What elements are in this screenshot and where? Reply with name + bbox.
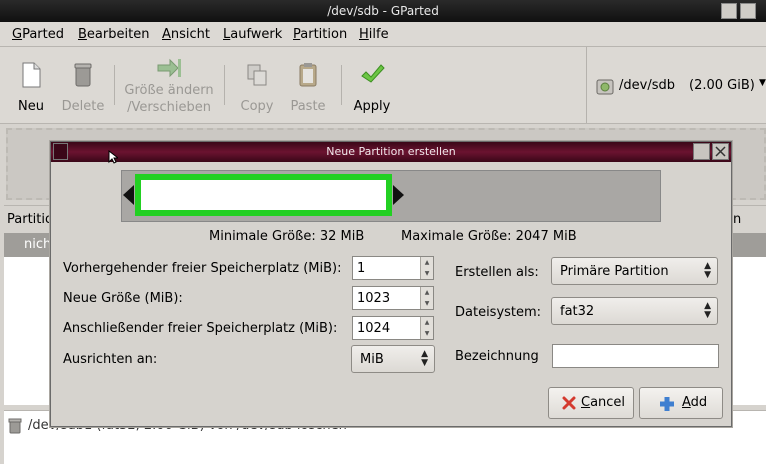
create-as-label: Erstellen als: bbox=[455, 265, 539, 280]
partition-label-label: Bezeichnung bbox=[455, 349, 539, 364]
new-partition-dialog: Neue Partition erstellen Minimale Größe:… bbox=[50, 141, 732, 427]
dialog-close-button[interactable] bbox=[712, 143, 729, 160]
free-after-spinner[interactable]: 1024 ▲ ▼ bbox=[352, 316, 434, 340]
copy-button[interactable]: Copy bbox=[234, 47, 280, 123]
maximize-button[interactable] bbox=[740, 3, 756, 19]
align-value: MiB bbox=[360, 352, 384, 367]
align-select[interactable]: MiB ▲ ▼ bbox=[351, 345, 435, 373]
dialog-title: Neue Partition erstellen bbox=[326, 145, 456, 158]
apply-label: Apply bbox=[353, 99, 391, 114]
paste-label: Paste bbox=[290, 99, 326, 114]
add-button[interactable]: Add bbox=[639, 387, 723, 419]
device-name: /dev/sdb bbox=[619, 78, 675, 93]
new-button[interactable]: Neu bbox=[8, 47, 54, 123]
minimum-size-label: Minimale Größe: 32 MiB bbox=[209, 229, 365, 244]
new-size-label: Neue Größe (MiB): bbox=[63, 291, 183, 306]
menu-partition[interactable]: Partition bbox=[293, 27, 347, 42]
partition-resizer[interactable] bbox=[121, 170, 661, 222]
align-label: Ausrichten an: bbox=[63, 352, 158, 367]
checkmark-icon bbox=[361, 64, 385, 83]
apply-button[interactable]: Apply bbox=[348, 47, 396, 123]
resize-move-button[interactable]: Größe ändern /Verschieben bbox=[120, 47, 218, 123]
menu-hilfe[interactable]: Hilfe bbox=[359, 27, 389, 42]
free-after-label: Anschließender freier Speicherplatz (MiB… bbox=[63, 321, 338, 336]
cancel-button[interactable]: Cancel bbox=[548, 387, 634, 419]
chevron-down-icon: ▼ bbox=[759, 78, 766, 88]
menubar: GParted Bearbeiten Ansicht Laufwerk Part… bbox=[0, 22, 766, 47]
free-before-label: Vorhergehender freier Speicherplatz (MiB… bbox=[63, 261, 342, 276]
toolbar-separator bbox=[224, 65, 225, 105]
updown-arrow-icon: ▲ ▼ bbox=[704, 261, 711, 280]
harddisk-icon bbox=[596, 79, 614, 95]
menu-laufwerk[interactable]: Laufwerk bbox=[223, 27, 282, 42]
updown-arrow-icon: ▲ ▼ bbox=[421, 349, 428, 368]
free-before-spinner[interactable]: 1 ▲ ▼ bbox=[352, 256, 434, 280]
free-after-value: 1024 bbox=[357, 321, 391, 336]
cancel-x-icon bbox=[562, 396, 576, 410]
copy-icon bbox=[247, 64, 267, 86]
window-titlebar: /dev/sdb - GParted bbox=[0, 0, 766, 22]
new-size-value: 1023 bbox=[357, 291, 391, 306]
create-as-value: Primäre Partition bbox=[560, 264, 669, 279]
mouse-pointer-icon bbox=[108, 150, 118, 164]
new-size-spinner[interactable]: 1023 ▲ ▼ bbox=[352, 286, 434, 310]
maximum-size-label: Maximale Größe: 2047 MiB bbox=[401, 229, 577, 244]
resize-arrow-icon bbox=[157, 58, 181, 78]
device-size: (2.00 GiB) bbox=[689, 78, 755, 93]
spinner-arrows[interactable]: ▲ ▼ bbox=[420, 287, 433, 309]
menu-bearbeiten[interactable]: Bearbeiten bbox=[78, 27, 149, 42]
new-label: Neu bbox=[18, 99, 44, 114]
trash-icon bbox=[74, 63, 92, 87]
right-resize-handle[interactable] bbox=[392, 185, 404, 205]
delete-label: Delete bbox=[61, 99, 105, 114]
free-before-value: 1 bbox=[357, 261, 366, 276]
create-as-select[interactable]: Primäre Partition ▲ ▼ bbox=[551, 257, 718, 285]
paste-button[interactable]: Paste bbox=[284, 47, 332, 123]
row-text: nich bbox=[24, 237, 52, 252]
minimize-button[interactable] bbox=[721, 3, 737, 19]
column-header-right: n bbox=[733, 212, 742, 227]
paste-icon bbox=[299, 63, 317, 87]
window-title: /dev/sdb - GParted bbox=[327, 4, 439, 18]
left-resize-handle[interactable] bbox=[123, 185, 135, 205]
device-selector[interactable]: /dev/sdb (2.00 GiB) ▼ bbox=[586, 47, 766, 123]
new-document-icon bbox=[22, 62, 41, 88]
resize-label-line2: /Verschieben bbox=[127, 100, 211, 115]
close-icon bbox=[715, 146, 726, 157]
partition-label-input[interactable] bbox=[552, 344, 719, 368]
spinner-arrows[interactable]: ▲ ▼ bbox=[420, 317, 433, 339]
resize-label-line1: Größe ändern bbox=[124, 83, 214, 98]
copy-label: Copy bbox=[240, 99, 274, 114]
dialog-titlebar: Neue Partition erstellen bbox=[51, 142, 731, 162]
filesystem-label: Dateisystem: bbox=[455, 305, 542, 320]
menu-gparted[interactable]: GParted bbox=[12, 27, 64, 42]
updown-arrow-icon: ▲ ▼ bbox=[704, 301, 711, 320]
filesystem-value: fat32 bbox=[560, 304, 595, 319]
plus-icon bbox=[660, 397, 674, 411]
menu-ansicht[interactable]: Ansicht bbox=[162, 27, 210, 42]
delete-button[interactable]: Delete bbox=[58, 47, 108, 123]
toolbar-separator bbox=[114, 65, 115, 105]
new-partition-block[interactable] bbox=[135, 174, 392, 216]
filesystem-select[interactable]: fat32 ▲ ▼ bbox=[551, 297, 718, 325]
trash-icon bbox=[8, 418, 22, 434]
column-header-partition: Partitio bbox=[7, 212, 53, 227]
toolbar-separator bbox=[341, 65, 342, 105]
dialog-minimize-button[interactable] bbox=[693, 143, 710, 160]
spinner-arrows[interactable]: ▲ ▼ bbox=[420, 257, 433, 279]
